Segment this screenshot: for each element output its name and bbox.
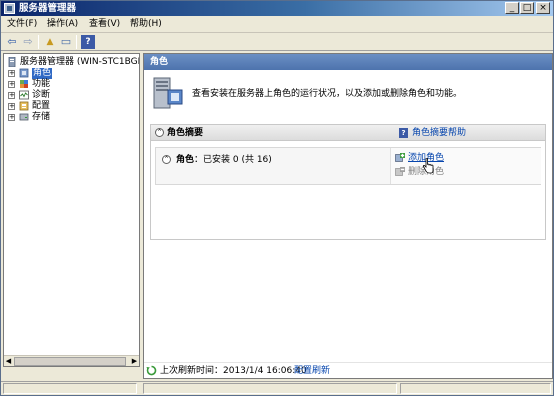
menu-help[interactable]: 帮助(H) — [128, 18, 164, 31]
server-manager-icon — [8, 57, 16, 67]
expand-icon[interactable]: + — [8, 70, 15, 77]
configure-refresh-link[interactable]: 配置刷新 — [294, 365, 330, 377]
menu-action[interactable]: 操作(A) — [45, 18, 80, 31]
scroll-right-icon[interactable]: ▶ — [130, 357, 139, 366]
forward-arrow-icon[interactable]: ⇨ — [21, 35, 35, 49]
last-refresh-time: 上次刷新时间：2013/1/4 16:06:40 — [160, 366, 307, 376]
diagnostics-icon — [19, 90, 29, 100]
window-title: 服务器管理器 — [19, 3, 77, 14]
expand-icon[interactable]: + — [8, 103, 15, 110]
tree-item-diagnostics[interactable]: + 诊断 — [8, 90, 128, 101]
server-manager-window: 服务器管理器 _ □ × 文件(F) 操作(A) 查看(V) 帮助(H) ⇦ ⇨… — [0, 0, 554, 396]
server-manager-app-icon — [4, 3, 15, 14]
roles-summary-section: ⌃ 角色摘要 ? 角色摘要帮助 ⌃ 角色：已安装 0 (共 16) 添加角色 — [150, 124, 546, 240]
tree-item-label: 功能 — [32, 79, 51, 89]
roles-icon — [19, 68, 29, 78]
intro-description: 查看安装在服务器上角色的运行状况，以及添加或删除角色和功能。 — [192, 89, 463, 99]
title-bar[interactable]: 服务器管理器 _ □ × — [1, 1, 553, 16]
content-header: 角色 — [144, 54, 552, 70]
roles-installed-status: 角色：已安装 0 (共 16) — [176, 154, 272, 166]
tree-horizontal-scrollbar[interactable]: ◀ ▶ — [4, 355, 139, 366]
tree-item-label: 配置 — [32, 101, 51, 111]
tree-item-label: 诊断 — [32, 90, 51, 100]
close-button[interactable]: × — [536, 2, 550, 14]
roles-count: ：已安装 0 (共 16) — [194, 155, 272, 165]
hand-cursor-icon — [422, 158, 434, 174]
refresh-status-bar: 上次刷新时间：2013/1/4 16:06:40 配置刷新 — [144, 362, 552, 378]
collapse-icon[interactable]: ⌃ — [162, 155, 171, 164]
toolbar-separator — [76, 35, 77, 49]
status-cell — [143, 383, 397, 394]
toolbar-separator — [38, 35, 39, 49]
tree-item-label: 角色 — [32, 68, 53, 79]
roles-summary-header: ⌃ 角色摘要 ? 角色摘要帮助 — [151, 125, 545, 141]
menu-bar: 文件(F) 操作(A) 查看(V) 帮助(H) — [1, 16, 553, 33]
menu-file[interactable]: 文件(F) — [5, 18, 39, 31]
features-icon — [20, 80, 28, 88]
tree-item-roles[interactable]: + 角色 — [8, 68, 128, 79]
help-icon[interactable]: ? — [81, 35, 95, 49]
minimize-button[interactable]: _ — [505, 2, 519, 14]
refresh-icon — [146, 365, 157, 376]
tree-item-features[interactable]: + 功能 — [8, 79, 128, 90]
navigation-tree: 服务器管理器 (WIN-STC1BGELE1 + 角色 + 功能 + — [3, 53, 140, 367]
tree-item-label: 存储 — [32, 112, 51, 122]
roles-actions-panel: 添加角色 删除角色 — [390, 148, 541, 184]
scroll-left-icon[interactable]: ◀ — [4, 357, 13, 366]
up-folder-icon[interactable]: ▲ — [43, 35, 57, 49]
roles-summary-help-link[interactable]: 角色摘要帮助 — [412, 127, 466, 139]
maximize-button[interactable]: □ — [520, 2, 534, 14]
configuration-icon — [19, 101, 29, 111]
remove-roles-icon — [395, 167, 405, 176]
add-roles-icon — [395, 153, 405, 162]
collapse-icon[interactable]: ⌃ — [155, 128, 164, 137]
roles-status-box: ⌃ 角色：已安装 0 (共 16) 添加角色 — [155, 147, 541, 185]
tree-root-label: 服务器管理器 (WIN-STC1BGELE1 — [20, 57, 139, 67]
expand-icon[interactable]: + — [8, 92, 15, 99]
scrollbar-thumb[interactable] — [14, 357, 126, 366]
roles-label: 角色 — [176, 155, 195, 165]
toolbar: ⇦ ⇨ ▲ ▭ ? — [1, 33, 553, 51]
tree-item-configuration[interactable]: + 配置 — [8, 101, 128, 112]
tree-item-storage[interactable]: + 存储 — [8, 112, 128, 123]
status-cell — [400, 383, 551, 394]
menu-view[interactable]: 查看(V) — [87, 18, 122, 31]
expand-icon[interactable]: + — [8, 81, 15, 88]
show-hide-console-tree-icon[interactable]: ▭ — [59, 35, 73, 49]
back-arrow-icon[interactable]: ⇦ — [5, 35, 19, 49]
expand-icon[interactable]: + — [8, 114, 15, 121]
status-cell — [3, 383, 137, 394]
storage-icon — [19, 113, 29, 121]
server-roles-icon — [153, 77, 183, 109]
roles-summary-title: 角色摘要 — [167, 128, 204, 138]
roles-content-pane: 角色 查看安装在服务器上角色的运行状况，以及添加或删除角色和功能。 ⌃ 角色摘要… — [143, 53, 553, 379]
status-bar — [1, 381, 553, 395]
help-book-icon: ? — [399, 128, 408, 138]
